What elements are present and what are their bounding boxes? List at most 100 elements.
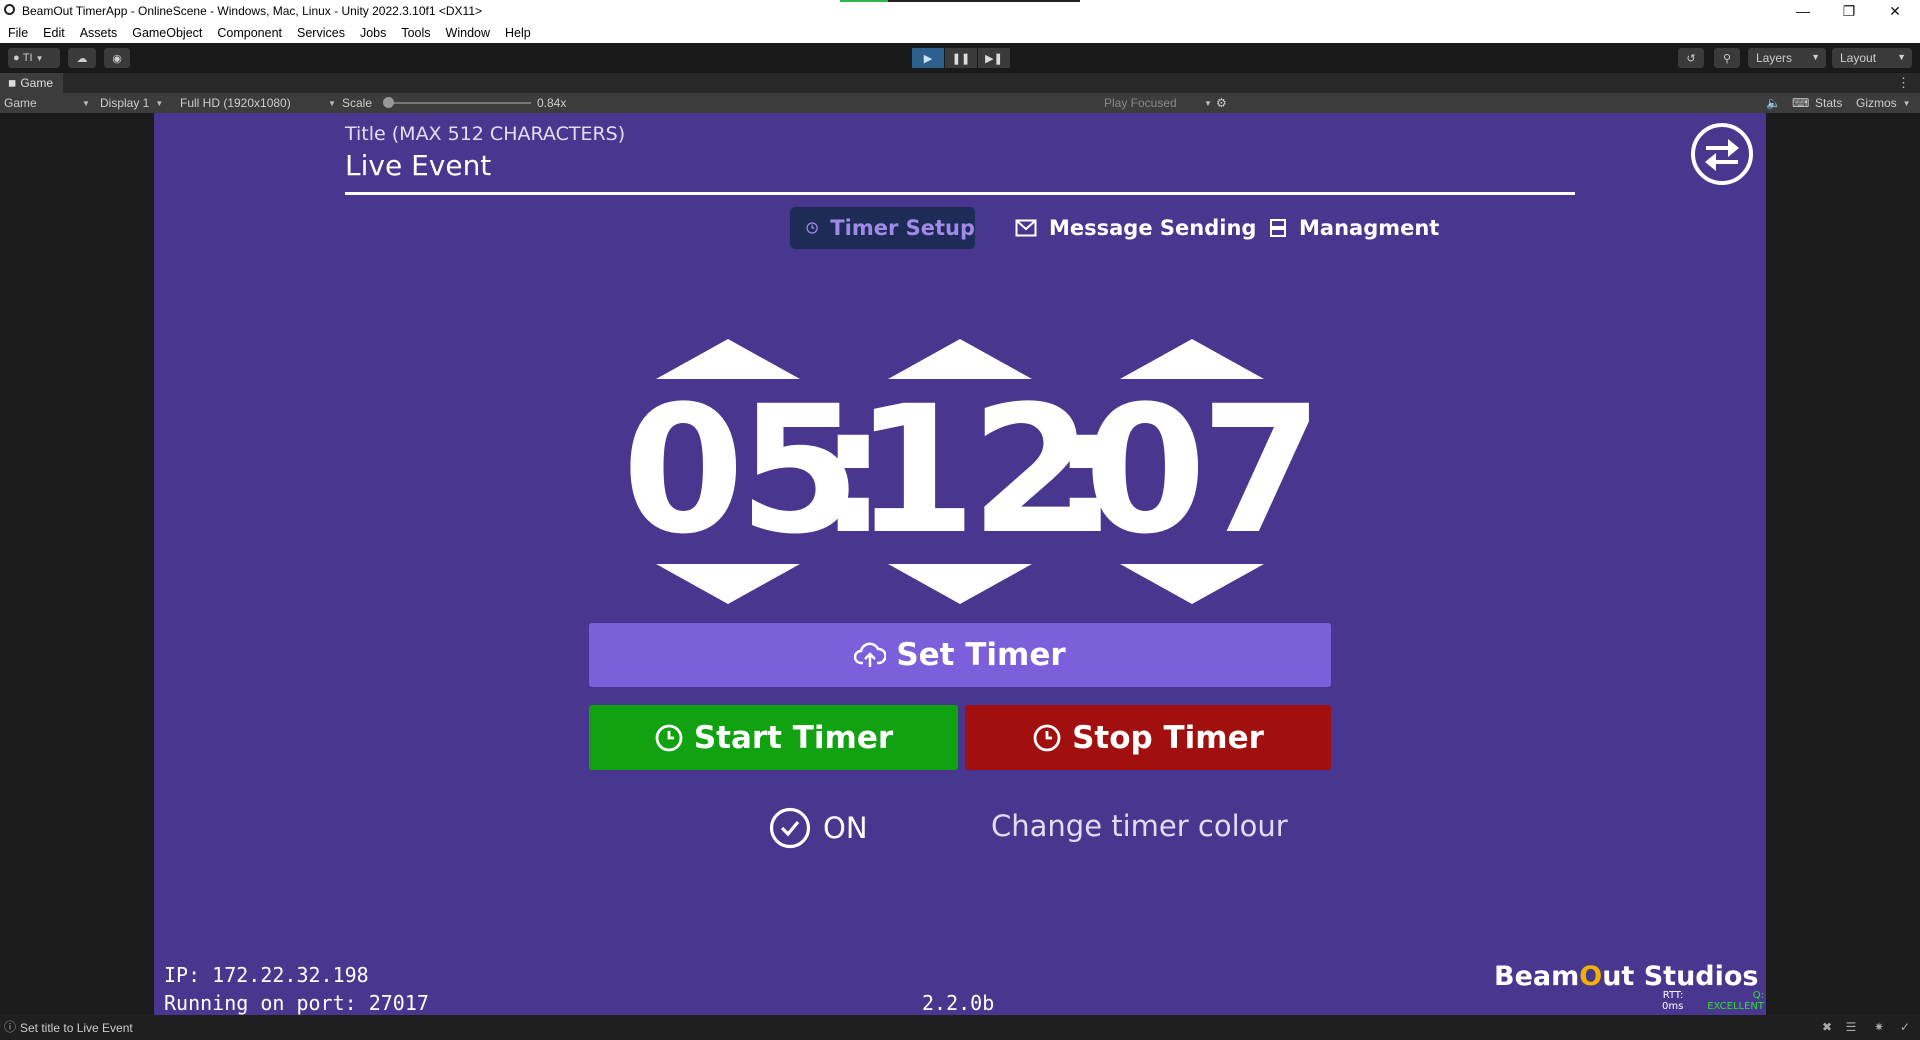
title-input[interactable]: Live Event <box>345 149 491 182</box>
menu-component[interactable]: Component <box>209 26 289 40</box>
change-timer-colour-button[interactable]: Change timer colour <box>991 809 1288 843</box>
quality-label: Q: <box>1752 990 1764 1001</box>
layers-label: Layers <box>1756 51 1793 65</box>
server-icon <box>1270 219 1286 237</box>
rtt-value: 0ms <box>1662 1001 1684 1012</box>
gamepad-icon: ◼ <box>8 77 17 89</box>
collab-button[interactable]: ◉ <box>104 48 130 68</box>
window-title-bar: BeamOut TimerApp - OnlineScene - Windows… <box>0 0 1920 22</box>
start-timer-button[interactable]: Start Timer <box>589 705 958 770</box>
chevron-down-icon: ▼ <box>155 98 164 108</box>
resolution-dropdown[interactable]: Full HD (1920x1080) ▼ <box>180 93 336 113</box>
account-icon: ● <box>13 52 20 64</box>
search-button[interactable]: ⚲ <box>1714 48 1740 68</box>
stop-timer-button[interactable]: Stop Timer <box>965 705 1331 770</box>
menu-jobs[interactable]: Jobs <box>352 26 393 40</box>
tab-message-sending[interactable]: Message Sending <box>1015 207 1256 249</box>
info-icon: ⓘ <box>3 1020 16 1034</box>
window-title: BeamOut TimerApp - OnlineScene - Windows… <box>22 4 482 18</box>
clock-icon <box>806 222 818 234</box>
minimize-button[interactable]: — <box>1780 0 1826 22</box>
scale-value: 0.84x <box>537 96 567 110</box>
game-tab[interactable]: ◼ Game <box>0 73 63 93</box>
chevron-down-icon: ▼ <box>328 98 336 108</box>
menu-help[interactable]: Help <box>497 26 538 40</box>
cloud-button[interactable]: ☁ <box>68 48 96 68</box>
layout-dropdown[interactable]: Layout ▼ <box>1832 48 1912 68</box>
status-ok-icon[interactable]: ✓ <box>1898 1020 1912 1034</box>
brand-logo: BeamOut Studios <box>1494 961 1759 992</box>
gizmos-dropdown[interactable]: Gizmos ▼ <box>1856 93 1911 113</box>
bug-icon[interactable]: ⚙ <box>1216 93 1227 113</box>
menu-gameobject[interactable]: GameObject <box>124 26 209 40</box>
minutes-down-arrow[interactable] <box>888 564 1032 604</box>
scale-slider[interactable] <box>383 97 531 108</box>
play-button[interactable]: ▶ <box>912 48 944 68</box>
play-controls: ▶ ❚❚ ▶❚ <box>912 48 1011 68</box>
display-dropdown[interactable]: Display 1 ▼ <box>100 93 163 113</box>
menu-bar: File Edit Assets GameObject Component Se… <box>0 22 1920 43</box>
progress-fill <box>840 0 888 2</box>
chevron-down-icon: ▼ <box>1204 98 1212 108</box>
game-tab-label: Game <box>20 76 53 90</box>
hours-down-arrow[interactable] <box>656 564 800 604</box>
history-button[interactable]: ↺ <box>1678 48 1704 68</box>
menu-services[interactable]: Services <box>289 26 352 40</box>
status-message[interactable]: Set title to Live Event <box>20 1021 133 1035</box>
restore-button[interactable]: ❐ <box>1826 0 1872 22</box>
tab-management[interactable]: Managment <box>1269 207 1439 249</box>
collab-icon: ◉ <box>112 52 122 65</box>
keyboard-icon[interactable]: ⌨ <box>1792 93 1809 113</box>
timer-app-canvas: Title (MAX 512 CHARACTERS) Live Event Ti… <box>154 113 1766 1015</box>
game-view-bar: Game ▼ Display 1 ▼ Full HD (1920x1080) ▼… <box>0 93 1920 113</box>
timer-visibility-toggle[interactable]: ON <box>769 807 868 849</box>
network-icon[interactable]: ✷ <box>1872 1020 1886 1034</box>
stats-button[interactable]: Stats <box>1815 93 1842 113</box>
step-button[interactable]: ▶❚ <box>978 48 1010 68</box>
menu-tools[interactable]: Tools <box>393 26 437 40</box>
mute-audio-icon[interactable]: 🔈 <box>1766 93 1781 113</box>
title-field-label: Title (MAX 512 CHARACTERS) <box>345 123 626 145</box>
switch-view-button[interactable] <box>1691 123 1753 185</box>
search-icon: ⚲ <box>1722 52 1732 65</box>
play-mode-dropdown[interactable]: Play Focused ▼ <box>1104 93 1212 113</box>
tab-message-sending-label: Message Sending <box>1049 216 1257 240</box>
game-tab-row: ◼ Game ⋮ <box>0 73 1920 93</box>
progress-icon[interactable]: ☰ <box>1844 1020 1858 1034</box>
chevron-down-icon: ▼ <box>1902 98 1911 108</box>
timer-seconds[interactable]: 07 <box>1084 381 1323 561</box>
title-underline <box>345 192 1575 195</box>
pause-button[interactable]: ❚❚ <box>945 48 977 68</box>
layers-dropdown[interactable]: Layers ▼ <box>1748 48 1826 68</box>
progress-bar <box>840 0 1080 2</box>
check-circle-icon <box>769 807 811 849</box>
seconds-down-arrow[interactable] <box>1120 564 1264 604</box>
start-timer-label: Start Timer <box>693 719 894 756</box>
server-port: Running on port: 27017 <box>164 991 429 1015</box>
play-mode-label: Play Focused <box>1104 96 1177 110</box>
account-label: TI <box>22 52 33 64</box>
view-mode-label: Game <box>4 96 37 110</box>
clock-icon <box>1033 724 1061 751</box>
menu-file[interactable]: File <box>0 26 35 40</box>
menu-edit[interactable]: Edit <box>35 26 72 40</box>
tab-timer-setup[interactable]: Timer Setup <box>790 207 975 249</box>
chevron-down-icon: ▼ <box>35 53 44 63</box>
chevron-down-icon: ▼ <box>1811 52 1820 62</box>
menu-assets[interactable]: Assets <box>72 26 125 40</box>
set-timer-button[interactable]: Set Timer <box>589 623 1331 687</box>
scale-slider-knob[interactable] <box>383 97 394 108</box>
set-timer-label: Set Timer <box>896 637 1066 673</box>
bug-report-icon[interactable]: ✖ <box>1820 1020 1834 1034</box>
gizmos-label: Gizmos <box>1856 96 1897 110</box>
brand-text-2: ut Studios <box>1602 961 1759 992</box>
menu-window[interactable]: Window <box>438 26 497 40</box>
more-options-icon[interactable]: ⋮ <box>1897 75 1910 91</box>
close-button[interactable]: ✕ <box>1872 0 1918 22</box>
quality-value: EXCELLENT <box>1707 1001 1764 1012</box>
display-label: Display 1 <box>100 96 150 110</box>
chevron-down-icon: ▼ <box>1897 52 1906 62</box>
account-dropdown[interactable]: ● TI ▼ <box>8 48 60 68</box>
tab-timer-setup-label: Timer Setup <box>830 216 975 240</box>
view-mode-dropdown[interactable]: Game ▼ <box>4 93 90 113</box>
